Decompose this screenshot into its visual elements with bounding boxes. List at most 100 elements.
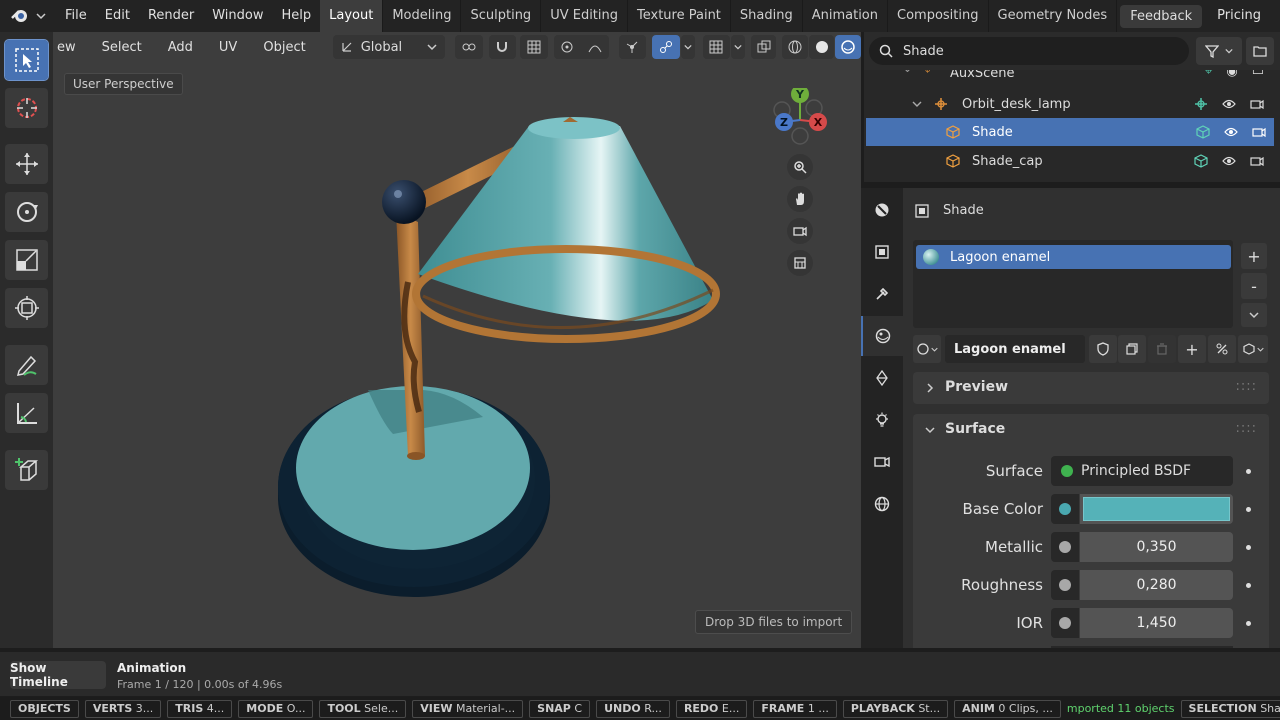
browse-material-button[interactable] <box>913 335 941 363</box>
3d-viewport[interactable]: ew Select Add UV Object Global User Pers… <box>53 32 861 648</box>
keyframe-dot-icon[interactable] <box>1246 507 1251 512</box>
shading-material-button[interactable] <box>835 35 861 59</box>
tab-render[interactable] <box>861 442 903 482</box>
keyframe-dot-icon[interactable] <box>1246 469 1251 474</box>
outliner-row-shade-cap[interactable]: Shade_cap <box>864 147 1274 175</box>
keyframe-dot-icon[interactable] <box>1246 583 1251 588</box>
pan-button[interactable] <box>787 186 813 212</box>
preview-panel-header[interactable]: Preview :::: <box>913 372 1269 404</box>
new-material-button[interactable]: + <box>1178 335 1206 363</box>
proportional-edit-button[interactable] <box>553 35 609 59</box>
perspective-toggle-button[interactable] <box>787 250 813 276</box>
menu-window[interactable]: Window <box>203 0 272 32</box>
duplicate-material-button[interactable] <box>1118 335 1146 363</box>
ior-field[interactable]: 1,450 <box>1080 608 1233 638</box>
outliner-row-shade[interactable]: Shade <box>866 118 1274 146</box>
overlays-button[interactable] <box>652 35 680 59</box>
show-timeline-button[interactable]: Show Timeline <box>10 661 106 689</box>
pivot-button[interactable] <box>455 35 483 59</box>
menu-render[interactable]: Render <box>139 0 203 32</box>
xray-button[interactable] <box>702 35 731 59</box>
tab-tool[interactable] <box>861 190 903 230</box>
drag-handle-icon[interactable]: :::: <box>1235 421 1257 436</box>
keyframe-dot-icon[interactable] <box>1246 545 1251 550</box>
tab-world[interactable] <box>861 484 903 524</box>
tab-light[interactable] <box>861 400 903 440</box>
menu-add[interactable]: Add <box>155 40 206 55</box>
material-slot-item[interactable]: Lagoon enamel <box>916 245 1231 269</box>
annotate-tool[interactable] <box>5 345 48 385</box>
cursor-tool[interactable] <box>5 88 48 128</box>
blender-logo[interactable] <box>0 0 56 32</box>
remove-material-slot-button[interactable]: - <box>1241 273 1267 299</box>
menu-object[interactable]: Object <box>250 40 318 55</box>
add-cube-tool[interactable] <box>5 450 48 490</box>
material-slot-menu-button[interactable] <box>1241 303 1267 327</box>
ior-socket-button[interactable] <box>1051 608 1079 638</box>
measure-tool[interactable] <box>5 393 48 433</box>
tab-object[interactable] <box>861 232 903 272</box>
menu-file[interactable]: File <box>56 0 96 32</box>
surface-panel-header[interactable]: Surface :::: <box>913 414 1269 446</box>
new-collection-button[interactable] <box>1246 37 1274 65</box>
metallic-field[interactable]: 0,350 <box>1080 532 1233 562</box>
tab-sculpting[interactable]: Sculpting <box>461 0 542 32</box>
overlays-dropdown[interactable] <box>680 35 695 59</box>
roughness-field[interactable]: 0,280 <box>1080 570 1233 600</box>
roughness-socket-button[interactable] <box>1051 570 1079 600</box>
navigation-gizmo[interactable]: Y X Z <box>768 88 832 152</box>
shading-solid-button[interactable] <box>808 35 835 59</box>
show-gizmo-button[interactable] <box>618 35 647 59</box>
feedback-button[interactable]: Feedback <box>1120 4 1203 28</box>
menu-edit[interactable]: Edit <box>96 0 139 32</box>
snap-magnet-button[interactable] <box>488 35 517 59</box>
zoom-button[interactable] <box>787 154 813 180</box>
fake-user-button[interactable] <box>1089 335 1117 363</box>
eye-icon[interactable]: ◉ <box>1226 70 1237 79</box>
tab-texture-paint[interactable]: Texture Paint <box>628 0 731 32</box>
filter-button[interactable] <box>1196 37 1242 65</box>
unlink-material-button[interactable] <box>1208 335 1236 363</box>
outliner-search[interactable] <box>869 37 1189 65</box>
tab-compositing[interactable]: Compositing <box>888 0 989 32</box>
tab-geometry-nodes[interactable]: Geometry Nodes <box>989 0 1118 32</box>
shading-wireframe-button[interactable] <box>782 35 808 59</box>
delete-material-button[interactable] <box>1148 335 1176 363</box>
move-tool[interactable] <box>5 144 48 184</box>
menu-select[interactable]: Select <box>89 40 155 55</box>
metallic-socket-button[interactable] <box>1051 532 1079 562</box>
tab-layout[interactable]: Layout <box>320 0 384 32</box>
drag-handle-icon[interactable]: :::: <box>1235 379 1257 394</box>
tab-data[interactable] <box>861 358 903 398</box>
base-color-swatch[interactable] <box>1080 494 1233 524</box>
keyframe-dot-icon[interactable] <box>1246 621 1251 626</box>
menu-help[interactable]: Help <box>273 0 321 32</box>
outliner-row-orbit-desk-lamp[interactable]: Orbit_desk_lamp <box>864 90 1274 118</box>
menu-view[interactable]: ew <box>53 40 89 55</box>
tab-modifiers[interactable] <box>861 274 903 314</box>
menu-uv[interactable]: UV <box>206 40 250 55</box>
toggle-xray-button[interactable] <box>750 35 777 59</box>
camera-icon[interactable]: ▭ <box>1252 70 1264 79</box>
transform-orientation-dropdown[interactable]: Global <box>332 35 446 59</box>
add-material-slot-button[interactable]: + <box>1241 243 1267 269</box>
outliner-search-input[interactable] <box>903 43 1163 59</box>
base-color-socket-button[interactable] <box>1051 494 1079 524</box>
rotate-tool[interactable] <box>5 192 48 232</box>
material-slot-list[interactable]: Lagoon enamel <box>913 240 1233 328</box>
snap-grid-button[interactable] <box>520 35 548 59</box>
camera-view-button[interactable] <box>787 218 813 244</box>
tab-animation[interactable]: Animation <box>803 0 888 32</box>
pricing-link[interactable]: Pricing <box>1208 0 1270 32</box>
tab-shading[interactable]: Shading <box>731 0 803 32</box>
scale-tool[interactable] <box>5 240 48 280</box>
material-name-field[interactable]: Lagoon enamel <box>945 335 1085 363</box>
xray-dropdown[interactable] <box>731 35 745 59</box>
tab-modeling[interactable]: Modeling <box>383 0 462 32</box>
tab-uv-editing[interactable]: UV Editing <box>541 0 629 32</box>
surface-shader-field[interactable]: Principled BSDF <box>1051 456 1233 486</box>
tab-material[interactable] <box>861 316 903 356</box>
outliner-row[interactable]: ⌄ ⌖ AuxScene ⌖ ◉ ▭ <box>864 70 1274 84</box>
select-box-tool[interactable] <box>4 39 49 81</box>
transform-tool[interactable] <box>5 288 48 328</box>
